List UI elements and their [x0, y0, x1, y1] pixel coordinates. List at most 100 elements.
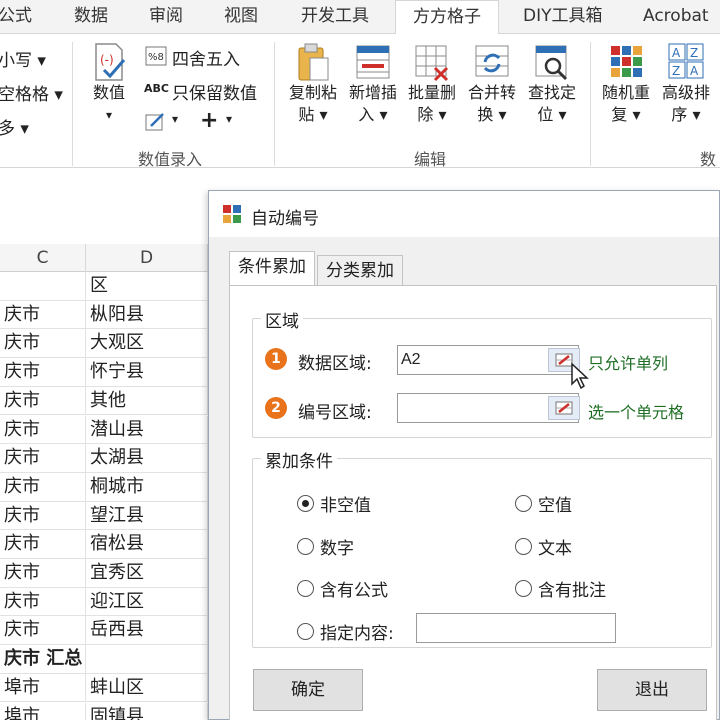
- cell-d[interactable]: 大观区: [86, 329, 208, 359]
- ribbon-separator: [274, 42, 275, 166]
- radio-non-empty[interactable]: 非空值: [297, 491, 371, 516]
- color-columns-icon: [607, 42, 645, 82]
- tab-conditional-accumulate[interactable]: 条件累加: [229, 251, 315, 285]
- number-region-label: 编号区域:: [298, 403, 372, 423]
- cell-d[interactable]: 其他: [86, 386, 208, 416]
- cell-d[interactable]: [86, 645, 208, 674]
- ribbon-tab-bar: 公式 数据 审阅 视图 开发工具 方方格子 DIY工具箱 Acrobat: [0, 0, 720, 35]
- cell-d[interactable]: 区: [86, 272, 208, 301]
- tab-diy-toolbox[interactable]: DIY工具箱: [523, 0, 603, 34]
- tab-developer[interactable]: 开发工具: [301, 0, 369, 34]
- keep-value-button[interactable]: 只保留数值: [172, 79, 257, 104]
- radio-circle: [515, 580, 532, 597]
- cell-c[interactable]: 埠市: [0, 673, 86, 703]
- cell-c[interactable]: 庆市: [0, 616, 86, 646]
- cell-c[interactable]: 庆市: [0, 472, 86, 502]
- cell-d[interactable]: 潜山县: [86, 415, 208, 445]
- tab-acrobat[interactable]: Acrobat: [643, 0, 709, 34]
- cell-c[interactable]: 庆市: [0, 501, 86, 531]
- cell-d[interactable]: 桐城市: [86, 472, 208, 502]
- round-button[interactable]: 四舍五入: [172, 45, 240, 70]
- app-icon: [223, 205, 241, 227]
- cell-c[interactable]: 庆市: [0, 587, 86, 617]
- cell-d[interactable]: 固镇县: [86, 702, 208, 720]
- radio-circle: [297, 580, 314, 597]
- tab-panel: 区域 1 数据区域: A2 只允许单列 2 编号区域: 选一个单元格 累加条件 …: [229, 285, 717, 720]
- cell-d[interactable]: 怀宁县: [86, 358, 208, 387]
- cell-c[interactable]: 庆市: [0, 530, 86, 559]
- cell-d[interactable]: 迎江区: [86, 587, 208, 617]
- data-region-label: 数据区域:: [298, 354, 372, 374]
- radio-selected-dot: [302, 500, 309, 507]
- tab-category-accumulate[interactable]: 分类累加: [317, 255, 403, 285]
- merge-arrows-icon: [473, 42, 511, 82]
- radio-contains-formula[interactable]: 含有公式: [297, 576, 388, 601]
- cell-c[interactable]: 庆市: [0, 329, 86, 359]
- tab-formulas[interactable]: 公式: [0, 0, 32, 34]
- cell-d[interactable]: 岳西县: [86, 616, 208, 646]
- radio-empty[interactable]: 空值: [515, 491, 572, 516]
- cell-c[interactable]: 庆市: [0, 386, 86, 416]
- ok-button[interactable]: 确定: [253, 669, 363, 711]
- ribbon-separator: [590, 42, 591, 166]
- cell-d[interactable]: 蚌山区: [86, 673, 208, 703]
- column-header-c[interactable]: C: [0, 244, 86, 272]
- tab-view[interactable]: 视图: [224, 0, 258, 34]
- radio-number[interactable]: 数字: [297, 534, 354, 559]
- radio-specified-content[interactable]: 指定内容:: [297, 619, 394, 644]
- copy-paste-button[interactable]: 复制粘 贴 ▾: [284, 42, 342, 126]
- radio-circle: [515, 495, 532, 512]
- magnifier-icon: [533, 42, 571, 82]
- specified-content-input[interactable]: [416, 613, 616, 643]
- range-picker-icon[interactable]: [548, 396, 580, 420]
- cell-c[interactable]: 庆市: [0, 358, 86, 387]
- condition-group: 累加条件 非空值 空值 数字 文本 含有公式 含有批注 指定内容:: [252, 447, 712, 648]
- ribbon-item-spaces[interactable]: 空格格 ▾: [0, 80, 63, 105]
- cell-c[interactable]: 庆市 汇总: [0, 645, 86, 674]
- abc-icon: ABC: [144, 82, 169, 95]
- svg-text:%8: %8: [148, 52, 164, 63]
- edit-dropdown-icon[interactable]: ▾: [172, 112, 178, 126]
- cell-c[interactable]: 庆市: [0, 300, 86, 330]
- radio-text[interactable]: 文本: [515, 534, 572, 559]
- batch-delete-button[interactable]: 批量删 除 ▾: [403, 42, 461, 126]
- group-label-value-entry: 数值录入: [138, 150, 203, 169]
- plus-dropdown-icon[interactable]: ▾: [226, 112, 232, 126]
- dialog-titlebar: 自动编号: [209, 191, 719, 237]
- insert-new-button[interactable]: 新增插 入 ▾: [344, 42, 402, 126]
- merge-convert-button[interactable]: 合并转 换 ▾: [463, 42, 521, 126]
- tab-review[interactable]: 审阅: [149, 0, 183, 34]
- cell-c[interactable]: 庆市: [0, 444, 86, 473]
- random-repeat-button[interactable]: 随机重 复 ▾: [597, 42, 655, 126]
- value-button[interactable]: (-) 数值 ▾: [80, 42, 138, 126]
- cell-c[interactable]: 庆市: [0, 415, 86, 445]
- ribbon-item-more[interactable]: 多 ▾: [0, 114, 29, 139]
- cell-d[interactable]: 枞阳县: [86, 300, 208, 330]
- radio-circle: [297, 495, 314, 512]
- radio-circle: [297, 538, 314, 555]
- cell-d[interactable]: 太湖县: [86, 444, 208, 473]
- cell-c[interactable]: 埠市: [0, 702, 86, 720]
- find-locate-button[interactable]: 查找定 位 ▾: [523, 42, 581, 126]
- cell-d[interactable]: 宜秀区: [86, 559, 208, 588]
- dialog-title: 自动编号: [251, 209, 319, 229]
- advanced-sort-button[interactable]: AZZA 高级排 序 ▾: [657, 42, 715, 126]
- cell-d[interactable]: 宿松县: [86, 530, 208, 559]
- radio-contains-comment[interactable]: 含有批注: [515, 576, 606, 601]
- tab-fangfang-gezi[interactable]: 方方格子: [395, 0, 499, 35]
- cell-d[interactable]: 望江县: [86, 501, 208, 531]
- svg-text:Z: Z: [690, 46, 698, 60]
- radio-circle: [515, 538, 532, 555]
- plus-icon[interactable]: +: [200, 108, 218, 133]
- edit-sheet-icon[interactable]: [145, 112, 167, 132]
- cell-c[interactable]: [0, 272, 86, 301]
- tab-data[interactable]: 数据: [74, 0, 108, 34]
- number-region-hint: 选一个单元格: [588, 403, 685, 422]
- round-icon: %8: [145, 46, 167, 66]
- exit-button[interactable]: 退出: [597, 669, 707, 711]
- region-group: 区域 1 数据区域: A2 只允许单列 2 编号区域: 选一个单元格: [252, 307, 712, 438]
- ribbon-item-lowercase[interactable]: 小写 ▾: [0, 46, 46, 71]
- column-header-d[interactable]: D: [86, 244, 208, 272]
- condition-group-title: 累加条件: [261, 447, 337, 472]
- cell-c[interactable]: 庆市: [0, 559, 86, 588]
